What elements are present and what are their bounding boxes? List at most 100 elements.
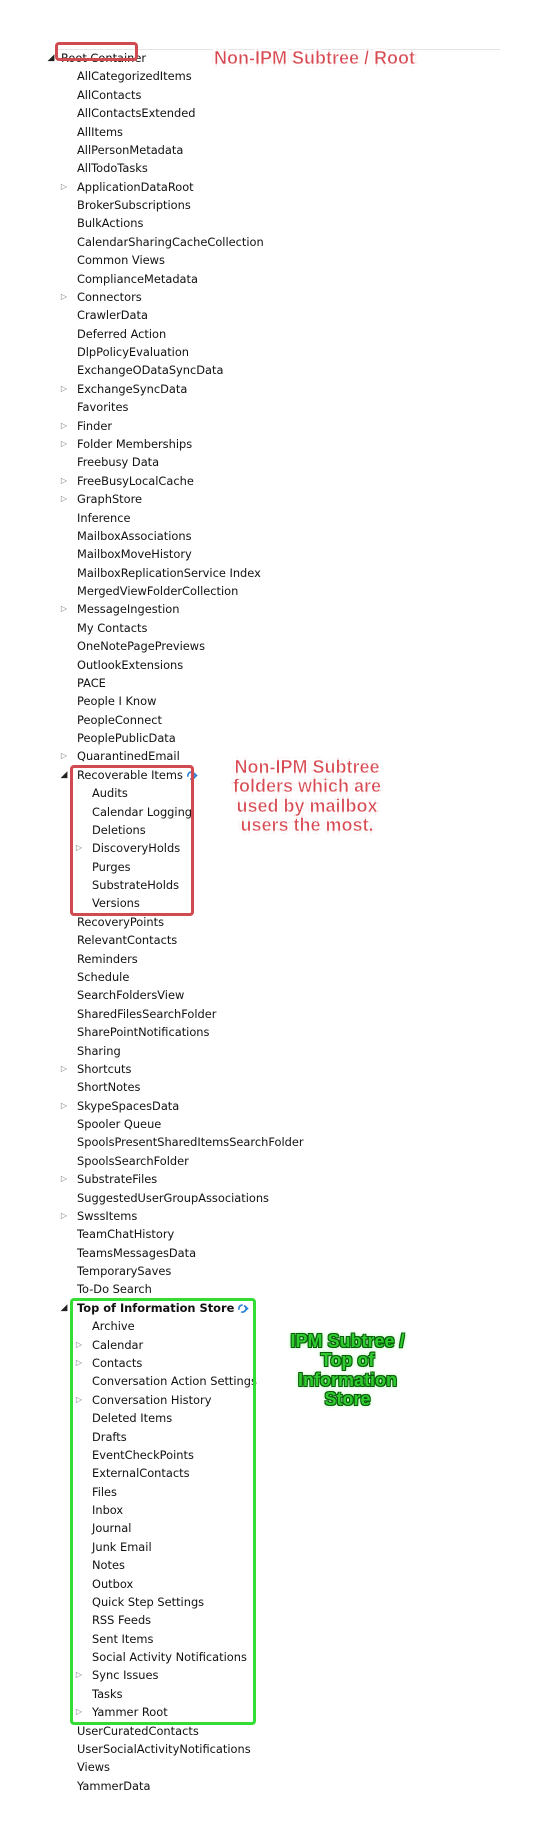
tree-node-tasks[interactable]: Tasks	[76, 1685, 123, 1703]
tree-node-shortcuts[interactable]: ▷ Shortcuts	[61, 1060, 132, 1078]
collapsed-triangle-icon[interactable]: ▷	[59, 747, 69, 765]
tree-node-peoplepublicdata[interactable]: PeoplePublicData	[61, 729, 176, 747]
collapsed-triangle-icon[interactable]: ▷	[74, 1354, 84, 1372]
collapsed-triangle-icon[interactable]: ▷	[59, 288, 69, 306]
tree-node-peopleconnect[interactable]: PeopleConnect	[61, 711, 162, 729]
collapsed-triangle-icon[interactable]: ▷	[59, 178, 69, 196]
tree-node-searchfoldersview[interactable]: SearchFoldersView	[61, 986, 184, 1004]
tree-node-mailboxreplicationservice-index[interactable]: MailboxReplicationService Index	[61, 564, 261, 582]
tree-node-connectors[interactable]: ▷ Connectors	[61, 288, 142, 306]
tree-node-pace[interactable]: PACE	[61, 674, 106, 692]
tree-node-conversation-action-settings[interactable]: Conversation Action Settings	[76, 1372, 257, 1390]
tree-node-eventcheckpoints[interactable]: EventCheckPoints	[76, 1446, 194, 1464]
tree-node-mailboxassociations[interactable]: MailboxAssociations	[61, 527, 192, 545]
tree-node-folder-memberships[interactable]: ▷ Folder Memberships	[61, 435, 192, 453]
tree-node-finder[interactable]: ▷ Finder	[61, 417, 112, 435]
tree-node-dlppolicyevaluation[interactable]: DlpPolicyEvaluation	[61, 343, 189, 361]
collapsed-triangle-icon[interactable]: ▷	[59, 600, 69, 618]
tree-node-files[interactable]: Files	[76, 1483, 117, 1501]
collapsed-triangle-icon[interactable]: ▷	[59, 435, 69, 453]
tree-node-views[interactable]: Views	[61, 1758, 110, 1776]
tree-node-archive[interactable]: Archive	[76, 1317, 135, 1335]
tree-node-root-container[interactable]: ◢ Root Container	[46, 49, 147, 67]
tree-node-yammerdata[interactable]: YammerData	[61, 1777, 150, 1795]
tree-node-alltodotasks[interactable]: AllTodoTasks	[61, 159, 148, 177]
tree-node-deferred-action[interactable]: Deferred Action	[61, 325, 166, 343]
expanded-triangle-icon[interactable]: ◢	[59, 1299, 69, 1317]
tree-node-teamsmessagesdata[interactable]: TeamsMessagesData	[61, 1244, 196, 1262]
tree-node-sync-issues[interactable]: ▷ Sync Issues	[74, 1666, 159, 1684]
tree-node-exchangeodatasyncdata[interactable]: ExchangeODataSyncData	[61, 361, 223, 379]
tree-node-contacts[interactable]: ▷ Contacts	[76, 1354, 142, 1372]
tree-node-recoverable-items[interactable]: ◢ Recoverable Items	[61, 766, 198, 784]
tree-node-common-views[interactable]: Common Views	[61, 251, 165, 269]
tree-node-substratefiles[interactable]: ▷ SubstrateFiles	[61, 1170, 157, 1188]
tree-node-yammer-root[interactable]: ▷ Yammer Root	[76, 1703, 168, 1721]
tree-node-spoolspresentshareditemssearchfolder[interactable]: SpoolsPresentSharedItemsSearchFolder	[61, 1133, 304, 1151]
tree-node-deletions[interactable]: Deletions	[76, 821, 146, 839]
collapsed-triangle-icon[interactable]: ▷	[74, 1336, 84, 1354]
tree-node-allcategorizeditems[interactable]: AllCategorizedItems	[61, 67, 192, 85]
tree-node-crawlerdata[interactable]: CrawlerData	[61, 306, 148, 324]
tree-node-quarantinedemail[interactable]: ▷ QuarantinedEmail	[61, 747, 180, 765]
collapsed-triangle-icon[interactable]: ▷	[59, 490, 69, 508]
tree-node-social-activity-notifications[interactable]: Social Activity Notifications	[76, 1648, 247, 1666]
tree-node-inference[interactable]: Inference	[61, 509, 131, 527]
tree-node-recoverypoints[interactable]: RecoveryPoints	[61, 913, 164, 931]
tree-node-mergedviewfoldercollection[interactable]: MergedViewFolderCollection	[61, 582, 238, 600]
collapsed-triangle-icon[interactable]: ▷	[59, 1207, 69, 1225]
tree-node-junk-email[interactable]: Junk Email	[76, 1538, 152, 1556]
tree-node-notes[interactable]: Notes	[76, 1556, 125, 1574]
expanded-triangle-icon[interactable]: ◢	[59, 766, 69, 784]
tree-node-quick-step-settings[interactable]: Quick Step Settings	[76, 1593, 204, 1611]
tree-node-allcontacts[interactable]: AllContacts	[61, 86, 141, 104]
tree-node-spooler-queue[interactable]: Spooler Queue	[61, 1115, 161, 1133]
collapsed-triangle-icon[interactable]: ▷	[74, 1703, 84, 1721]
tree-node-graphstore[interactable]: ▷ GraphStore	[61, 490, 142, 508]
collapsed-triangle-icon[interactable]: ▷	[59, 417, 69, 435]
tree-node-favorites[interactable]: Favorites	[61, 398, 128, 416]
tree-node-sent-items[interactable]: Sent Items	[76, 1630, 153, 1648]
tree-node-versions[interactable]: Versions	[76, 894, 140, 912]
tree-node-substrateholds[interactable]: SubstrateHolds	[76, 876, 179, 894]
tree-node-inbox[interactable]: Inbox	[76, 1501, 123, 1519]
tree-node-top-of-information-store[interactable]: ◢ Top of Information Store	[59, 1299, 250, 1317]
tree-node-suggestedusergroupassociations[interactable]: SuggestedUserGroupAssociations	[61, 1189, 269, 1207]
collapsed-triangle-icon[interactable]: ▷	[59, 380, 69, 398]
tree-node-compliancemetadata[interactable]: ComplianceMetadata	[61, 270, 198, 288]
tree-node-sharing[interactable]: Sharing	[61, 1042, 121, 1060]
tree-node-freebusy-data[interactable]: Freebusy Data	[61, 453, 159, 471]
tree-node-allcontactsextended[interactable]: AllContactsExtended	[61, 104, 195, 122]
tree-node-shortnotes[interactable]: ShortNotes	[61, 1078, 140, 1096]
tree-node-sharepointnotifications[interactable]: SharePointNotifications	[61, 1023, 209, 1041]
tree-node-drafts[interactable]: Drafts	[76, 1428, 127, 1446]
collapsed-triangle-icon[interactable]: ▷	[74, 839, 84, 857]
tree-node-outlookextensions[interactable]: OutlookExtensions	[61, 656, 183, 674]
tree-node-brokersubscriptions[interactable]: BrokerSubscriptions	[61, 196, 191, 214]
collapsed-triangle-icon[interactable]: ▷	[74, 1666, 84, 1684]
collapsed-triangle-icon[interactable]: ▷	[59, 1170, 69, 1188]
tree-node-freebusylocalcache[interactable]: ▷ FreeBusyLocalCache	[61, 472, 194, 490]
tree-node-usersocialactivitynotifications[interactable]: UserSocialActivityNotifications	[61, 1740, 251, 1758]
tree-node-schedule[interactable]: Schedule	[61, 968, 129, 986]
tree-node-bulkactions[interactable]: BulkActions	[61, 214, 143, 232]
tree-node-relevantcontacts[interactable]: RelevantContacts	[61, 931, 177, 949]
expanded-triangle-icon[interactable]: ◢	[46, 49, 56, 67]
tree-node-to-do-search[interactable]: To-Do Search	[61, 1280, 152, 1298]
tree-node-sharedfilessearchfolder[interactable]: SharedFilesSearchFolder	[61, 1005, 216, 1023]
tree-node-applicationdataroot[interactable]: ▷ ApplicationDataRoot	[61, 178, 194, 196]
tree-node-externalcontacts[interactable]: ExternalContacts	[76, 1464, 190, 1482]
tree-node-onenotepagepreviews[interactable]: OneNotePagePreviews	[61, 637, 205, 655]
collapsed-triangle-icon[interactable]: ▷	[59, 472, 69, 490]
tree-node-temporarysaves[interactable]: TemporarySaves	[61, 1262, 171, 1280]
collapsed-triangle-icon[interactable]: ▷	[59, 1097, 69, 1115]
tree-node-conversation-history[interactable]: ▷ Conversation History	[74, 1391, 212, 1409]
tree-node-teamchathistory[interactable]: TeamChatHistory	[61, 1225, 174, 1243]
tree-node-audits[interactable]: Audits	[76, 784, 128, 802]
tree-node-journal[interactable]: Journal	[76, 1519, 131, 1537]
tree-node-calendarsharingcachecollection[interactable]: CalendarSharingCacheCollection	[61, 233, 264, 251]
tree-node-outbox[interactable]: Outbox	[76, 1575, 133, 1593]
tree-node-deleted-items[interactable]: Deleted Items	[76, 1409, 172, 1427]
collapsed-triangle-icon[interactable]: ▷	[74, 1391, 84, 1409]
tree-node-people-i-know[interactable]: People I Know	[61, 692, 156, 710]
